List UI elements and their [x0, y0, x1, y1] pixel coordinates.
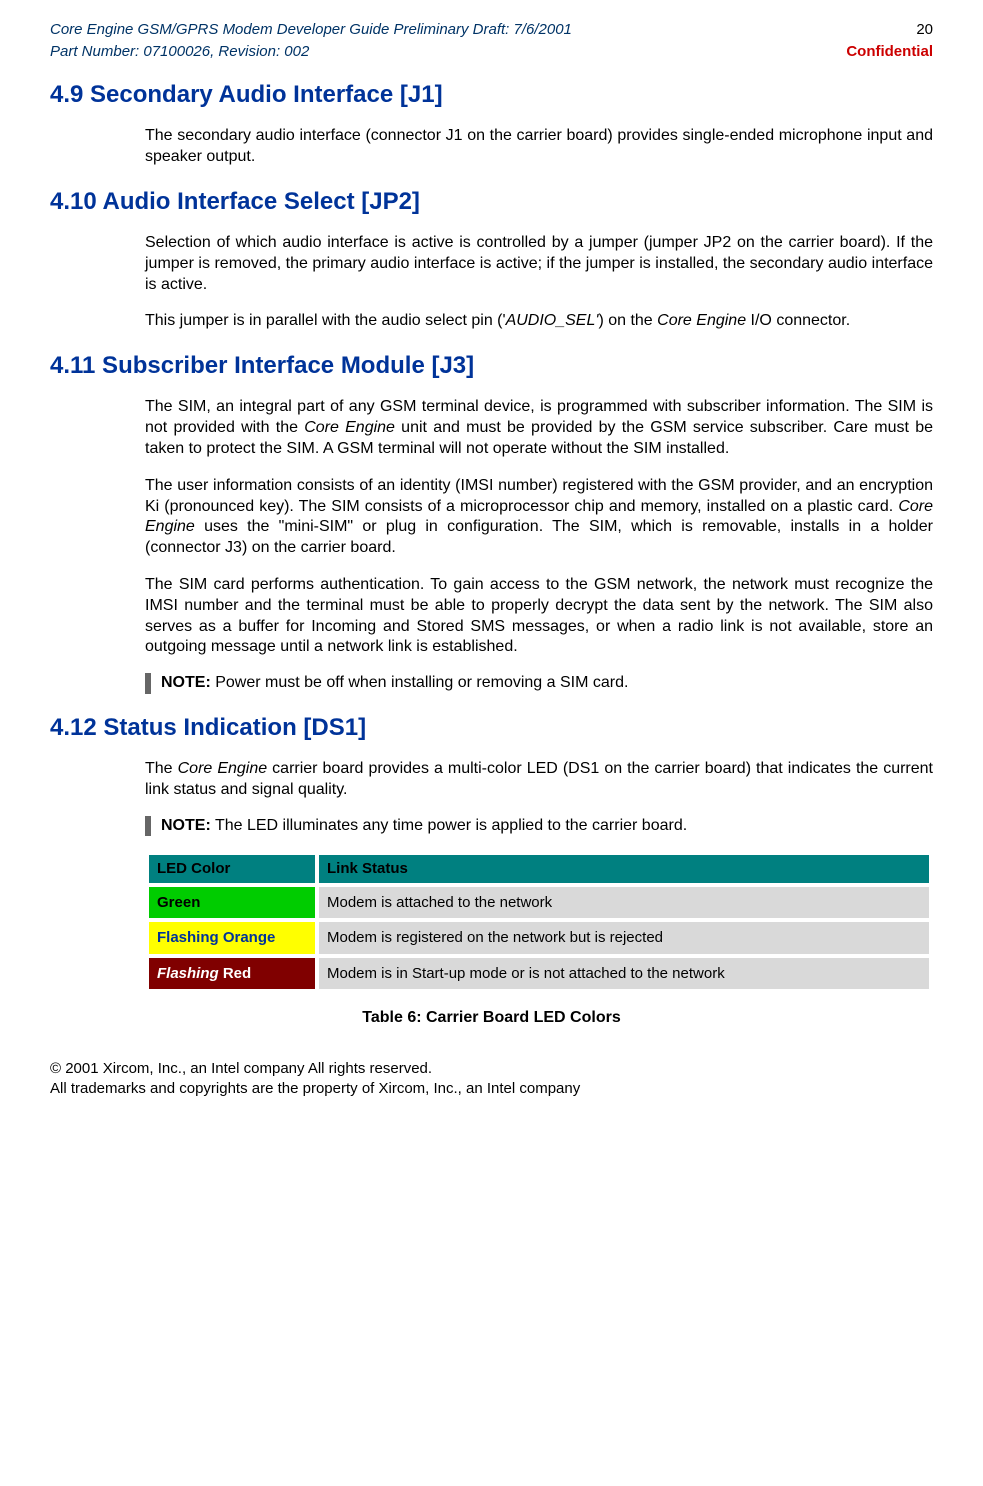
- table-row: Green Modem is attached to the network: [149, 887, 929, 919]
- core-engine-term: Core Engine: [178, 760, 268, 777]
- col-header-led-color: LED Color: [149, 855, 315, 883]
- core-engine-term: Core Engine: [657, 312, 746, 329]
- led-desc-green: Modem is attached to the network: [319, 887, 929, 919]
- section-4-10-p2: This jumper is in parallel with the audi…: [145, 311, 933, 332]
- section-heading-4-12: 4.12 Status Indication [DS1]: [50, 712, 933, 743]
- section-4-11-p1: The SIM, an integral part of any GSM ter…: [145, 397, 933, 459]
- note-block-led: NOTE: The LED illuminates any time power…: [145, 816, 933, 837]
- footer-line2: All trademarks and copyrights are the pr…: [50, 1079, 933, 1099]
- confidential-label: Confidential: [846, 42, 933, 62]
- section-heading-4-11: 4.11 Subscriber Interface Module [J3]: [50, 350, 933, 381]
- header-left-2: Part Number: 07100026, Revision: 002: [50, 42, 309, 62]
- section-4-12-p1: The Core Engine carrier board provides a…: [145, 759, 933, 801]
- core-engine-term: Core Engine: [304, 419, 395, 436]
- led-color-green: Green: [149, 887, 315, 919]
- text-fragment: The user information consists of an iden…: [145, 477, 933, 515]
- section-heading-4-10: 4.10 Audio Interface Select [JP2]: [50, 186, 933, 217]
- audio-sel-term: AUDIO_SEL': [506, 312, 599, 329]
- led-desc-red: Modem is in Start-up mode or is not atta…: [319, 958, 929, 990]
- note-label: NOTE:: [161, 674, 211, 691]
- footer-line1: © 2001 Xircom, Inc., an Intel company Al…: [50, 1059, 933, 1079]
- led-color-red: Flashing Red: [149, 958, 315, 990]
- doc-header-line1: Core Engine GSM/GPRS Modem Developer Gui…: [50, 20, 933, 40]
- section-heading-4-9: 4.9 Secondary Audio Interface [J1]: [50, 79, 933, 110]
- note-block-sim: NOTE: Power must be off when installing …: [145, 673, 933, 694]
- text-fragment: I/O connector.: [746, 312, 850, 329]
- text-fragment: The: [145, 760, 178, 777]
- section-4-10-p1: Selection of which audio interface is ac…: [145, 233, 933, 295]
- footer: © 2001 Xircom, Inc., an Intel company Al…: [50, 1059, 933, 1098]
- table-row: Flashing Red Modem is in Start-up mode o…: [149, 958, 929, 990]
- led-color-orange: Flashing Orange: [149, 922, 315, 954]
- header-left-1: Core Engine GSM/GPRS Modem Developer Gui…: [50, 20, 572, 40]
- text-fragment: This jumper is in parallel with the audi…: [145, 312, 506, 329]
- red-word: Red: [219, 965, 252, 982]
- note-text: Power must be off when installing or rem…: [211, 674, 629, 691]
- table-row: Flashing Orange Modem is registered on t…: [149, 922, 929, 954]
- section-4-11-p2: The user information consists of an iden…: [145, 476, 933, 559]
- text-fragment: uses the "mini-SIM" or plug in configura…: [145, 518, 933, 556]
- text-fragment: ) on the: [598, 312, 657, 329]
- note-label: NOTE:: [161, 817, 211, 834]
- section-4-9-p1: The secondary audio interface (connector…: [145, 126, 933, 168]
- col-header-link-status: Link Status: [319, 855, 929, 883]
- led-status-table: LED Color Link Status Green Modem is att…: [145, 851, 933, 993]
- flashing-word: Flashing: [157, 965, 219, 982]
- table-caption: Table 6: Carrier Board LED Colors: [50, 1008, 933, 1029]
- section-4-11-p3: The SIM card performs authentication. To…: [145, 575, 933, 658]
- table-header-row: LED Color Link Status: [149, 855, 929, 883]
- note-text: The LED illuminates any time power is ap…: [211, 817, 687, 834]
- led-desc-orange: Modem is registered on the network but i…: [319, 922, 929, 954]
- page-number: 20: [916, 20, 933, 40]
- doc-header-line2: Part Number: 07100026, Revision: 002 Con…: [50, 42, 933, 62]
